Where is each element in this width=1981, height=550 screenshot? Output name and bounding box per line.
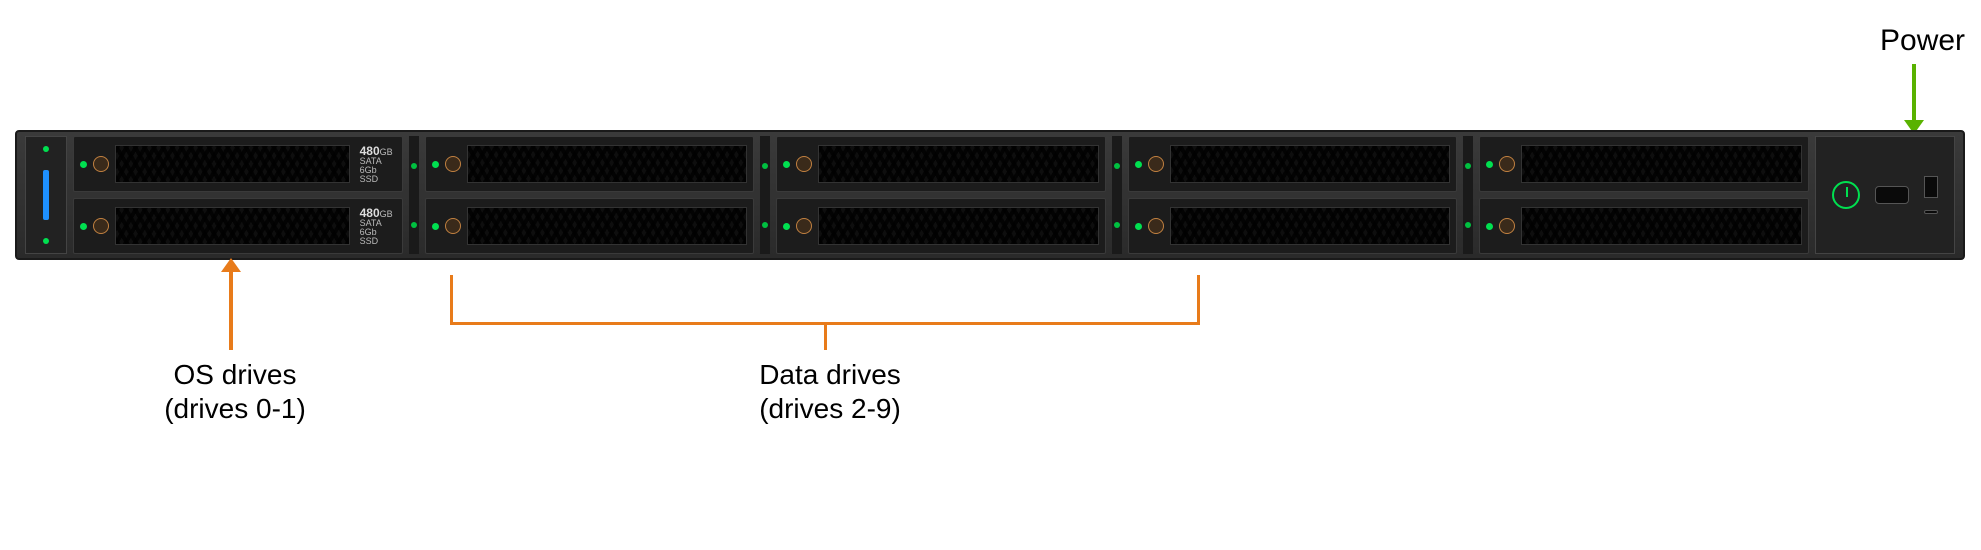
activity-led-icon <box>1135 223 1142 230</box>
drive-grille-icon <box>818 207 1099 245</box>
activity-led-icon <box>432 161 439 168</box>
drive-latch-icon[interactable] <box>796 156 812 172</box>
drive-column <box>425 136 755 254</box>
drive-bay-2[interactable] <box>425 136 755 192</box>
drive-column <box>1479 136 1809 254</box>
drive-bay-8[interactable] <box>1479 136 1809 192</box>
drive-latch-icon[interactable] <box>1148 156 1164 172</box>
usb-port-icon[interactable] <box>1924 176 1938 198</box>
drive-capacity-badge: 480GB SATA 6Gb SSD <box>356 145 396 184</box>
data-drives-annotation-stem <box>824 325 827 350</box>
activity-led-icon <box>783 161 790 168</box>
left-rack-ear <box>25 136 67 254</box>
drive-grille-icon <box>1170 207 1451 245</box>
usb-c-port-icon[interactable] <box>1924 210 1938 214</box>
drive-column <box>776 136 1106 254</box>
drive-bay-9[interactable] <box>1479 198 1809 254</box>
activity-led-icon <box>432 223 439 230</box>
drive-latch-icon[interactable] <box>1499 218 1515 234</box>
drive-bay-area: 480GB SATA 6Gb SSD 480GB SATA 6Gb SSD <box>73 136 1809 254</box>
drive-bay-4[interactable] <box>776 136 1106 192</box>
activity-led-icon <box>80 223 87 230</box>
status-led-icon <box>43 238 49 244</box>
drive-capacity-badge: 480GB SATA 6Gb SSD <box>356 207 396 246</box>
bay-divider <box>760 136 770 254</box>
drive-bay-1[interactable]: 480GB SATA 6Gb SSD <box>73 198 403 254</box>
drive-latch-icon[interactable] <box>445 218 461 234</box>
drive-grille-icon <box>115 207 350 245</box>
drive-latch-icon[interactable] <box>93 156 109 172</box>
activity-led-icon <box>1135 161 1142 168</box>
server-chassis: 480GB SATA 6Gb SSD 480GB SATA 6Gb SSD <box>15 130 1965 260</box>
drive-bay-3[interactable] <box>425 198 755 254</box>
drive-bay-6[interactable] <box>1128 136 1458 192</box>
drive-bay-7[interactable] <box>1128 198 1458 254</box>
front-control-panel <box>1815 136 1955 254</box>
os-drives-annotation-label: OS drives (drives 0-1) <box>120 358 350 425</box>
drive-column: 480GB SATA 6Gb SSD 480GB SATA 6Gb SSD <box>73 136 403 254</box>
power-annotation-arrow <box>1912 64 1916 122</box>
status-led-strip <box>43 170 49 220</box>
drive-grille-icon <box>818 145 1099 183</box>
drive-latch-icon[interactable] <box>445 156 461 172</box>
status-led-icon <box>43 146 49 152</box>
bay-divider <box>409 136 419 254</box>
drive-grille-icon <box>467 145 748 183</box>
activity-led-icon <box>783 223 790 230</box>
drive-grille-icon <box>467 207 748 245</box>
bay-divider <box>1463 136 1473 254</box>
drive-column <box>1128 136 1458 254</box>
drive-grille-icon <box>1170 145 1451 183</box>
data-drives-annotation-bracket <box>450 275 1200 325</box>
activity-led-icon <box>80 161 87 168</box>
activity-led-icon <box>1486 161 1493 168</box>
power-button[interactable] <box>1832 181 1860 209</box>
vga-port-icon[interactable] <box>1875 186 1909 204</box>
drive-latch-icon[interactable] <box>1148 218 1164 234</box>
drive-latch-icon[interactable] <box>1499 156 1515 172</box>
drive-latch-icon[interactable] <box>93 218 109 234</box>
power-annotation-label: Power <box>1880 24 1965 58</box>
drive-grille-icon <box>115 145 350 183</box>
drive-latch-icon[interactable] <box>796 218 812 234</box>
drive-grille-icon <box>1521 145 1802 183</box>
data-drives-annotation-label: Data drives (drives 2-9) <box>700 358 960 425</box>
os-drives-annotation-arrow <box>229 270 233 350</box>
drive-bay-5[interactable] <box>776 198 1106 254</box>
drive-grille-icon <box>1521 207 1802 245</box>
bay-divider <box>1112 136 1122 254</box>
activity-led-icon <box>1486 223 1493 230</box>
drive-bay-0[interactable]: 480GB SATA 6Gb SSD <box>73 136 403 192</box>
